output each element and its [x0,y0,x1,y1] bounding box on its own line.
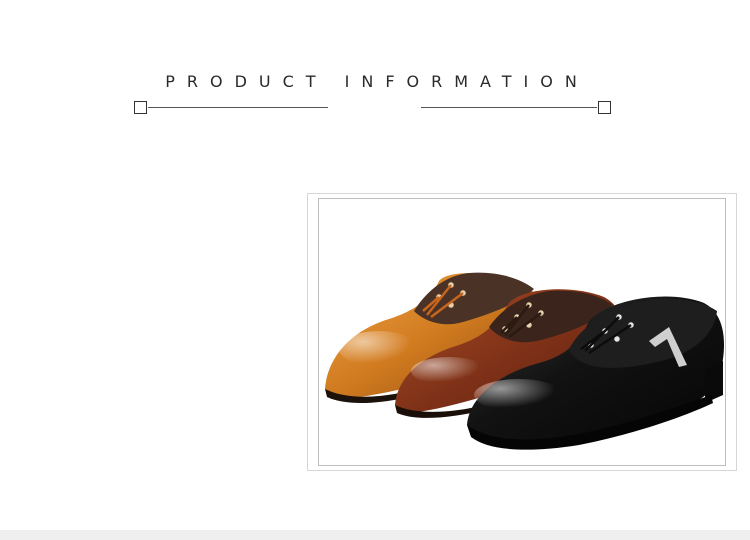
left-rule-square [134,101,147,114]
right-rule-square [598,101,611,114]
left-divider-line [148,107,328,108]
product-image-frame [318,198,726,466]
oxford-shoes-image [325,272,725,450]
section-title: PRODUCT INFORMATION [165,72,589,91]
right-divider-line [421,107,597,108]
bottom-band [0,530,750,540]
